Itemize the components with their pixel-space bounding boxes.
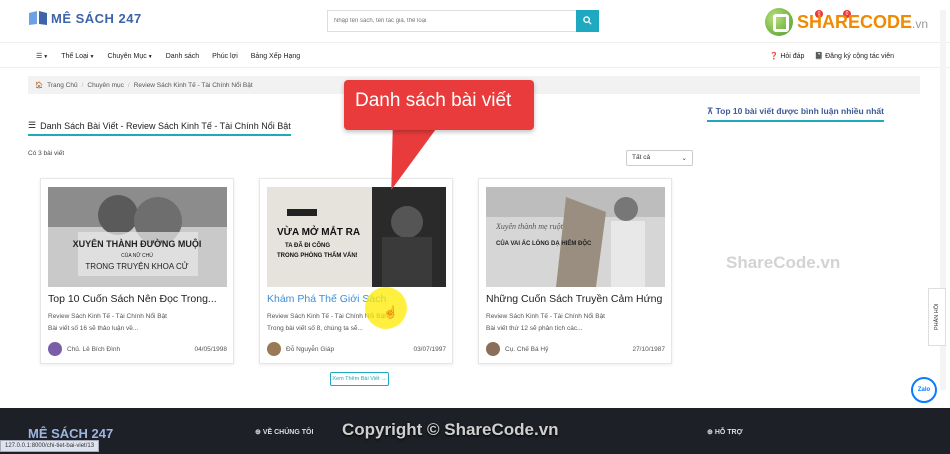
nav-item-categories[interactable]: Thể Loại▼ xyxy=(61,53,94,60)
nav-item-lists[interactable]: Danh sách xyxy=(166,53,199,60)
cover-title-1: VỪA MỞ MẮT RA xyxy=(277,225,360,238)
nav-item-benefits[interactable]: Phúc lợi xyxy=(212,53,238,60)
avatar xyxy=(48,342,62,356)
plus-icon: ⊕ xyxy=(255,429,261,436)
zalo-chat-button[interactable]: Zalo xyxy=(911,377,937,403)
plus-icon: ⊕ xyxy=(707,429,713,436)
top-commented-label: Top 10 bài viết được bình luận nhiều nhấ… xyxy=(715,106,884,116)
post-excerpt: Trong bài viết số 8, chúng ta sẽ... xyxy=(267,325,363,332)
chevron-down-icon: ⌄ xyxy=(681,155,687,162)
avatar xyxy=(267,342,281,356)
post-title[interactable]: Top 10 Cuốn Sách Nên Đọc Trong... xyxy=(48,293,217,305)
cover-title-3: TRONG PHÒNG THẨM VẤN! xyxy=(277,251,358,259)
nav-item-faq[interactable]: ❓ Hỏi đáp xyxy=(770,52,805,60)
copyright-watermark: Copyright © ShareCode.vn xyxy=(342,420,559,439)
post-title[interactable]: Những Cuốn Sách Truyền Cảm Hứng xyxy=(486,293,662,305)
post-date: 27/10/1987 xyxy=(632,345,665,353)
chevron-down-icon: ▼ xyxy=(43,54,49,60)
nav-item-rankings[interactable]: Bảng Xếp Hạng xyxy=(251,53,300,60)
book-cover-image: XUYÊN THÀNH ĐƯỜNG MUỘI CỦA NỮ CHỦ TRONG … xyxy=(48,187,227,287)
author-name[interactable]: Cụ. Chế Bá Hỷ xyxy=(505,346,548,353)
post-thumbnail[interactable]: XUYÊN THÀNH ĐƯỜNG MUỘI CỦA NỮ CHỦ TRONG … xyxy=(48,187,227,287)
site-header: MÊ SÁCH 247 0 0 SHARECODE.vn xyxy=(0,0,950,42)
sort-select[interactable]: Tất cả ⌄ xyxy=(626,150,693,166)
search-icon xyxy=(583,15,592,25)
main-nav: ☰▼ Thể Loại▼ Chuyên Mục▼ Danh sách Phúc … xyxy=(0,42,950,68)
hand-cursor-icon: ☝ xyxy=(383,305,398,319)
post-date: 03/07/1997 xyxy=(413,345,446,353)
sharecode-brand: SHARECODE xyxy=(797,11,913,32)
footer-logo[interactable]: MÊ SÁCH 247 xyxy=(28,426,113,441)
cover-title-2: CỦA NỮ CHỦ xyxy=(121,252,153,259)
post-card[interactable]: VỪA MỞ MẮT RA TA ĐÃ ĐI CÔNG TRONG PHÒNG … xyxy=(259,178,453,364)
browser-status-url: 127.0.0.1:8000/chi-tiet-bai-viet/13 xyxy=(0,440,100,452)
cover-title-3: TRONG TRUYỆN KHOA CỬ xyxy=(85,262,188,271)
post-category[interactable]: Review Sách Kinh Tế - Tài Chính Nổi Bật xyxy=(48,313,167,320)
breadcrumb-current: Review Sách Kinh Tế - Tài Chính Nổi Bật xyxy=(133,81,253,89)
annotation-callout: Danh sách bài viết xyxy=(344,80,534,130)
site-logo[interactable]: MÊ SÁCH 247 xyxy=(28,10,142,26)
nav-label: Hỏi đáp xyxy=(780,53,805,60)
nav-label: Thể Loại xyxy=(61,52,89,60)
book-cover-image: Xuyên thành mẹ ruột CỦA VAI ÁC LÒNG DẠ H… xyxy=(486,187,665,287)
breadcrumb-home[interactable]: Trang Chủ xyxy=(47,82,77,89)
post-excerpt: Bài viết thứ 12 sẽ phân tích các... xyxy=(486,325,583,332)
top-commented-title: ⊼ Top 10 bài viết được bình luận nhiều n… xyxy=(707,106,884,122)
nav-item-topics[interactable]: Chuyên Mục▼ xyxy=(107,53,152,60)
cover-title-1: XUYÊN THÀNH ĐƯỜNG MUỘI xyxy=(73,238,202,249)
sort-value: Tất cả xyxy=(632,154,651,161)
sharecode-tld: .vn xyxy=(912,16,929,31)
sharecode-ball-icon xyxy=(765,8,793,36)
search-bar xyxy=(327,10,599,32)
book-logo-icon xyxy=(29,11,47,25)
question-icon: ❓ xyxy=(769,53,779,60)
cover-title-1: Xuyên thành mẹ ruột xyxy=(495,222,564,231)
breadcrumb-separator: / xyxy=(127,81,130,89)
section-title-text: Danh Sách Bài Viết - Review Sách Kinh Tế… xyxy=(40,120,291,131)
author-name[interactable]: Đỗ Nguyễn Giáp xyxy=(286,346,334,353)
post-card[interactable]: XUYÊN THÀNH ĐƯỜNG MUỘI CỦA NỮ CHỦ TRONG … xyxy=(40,178,234,364)
footer-support[interactable]: ⊕ HỖ TRỢ xyxy=(707,428,743,436)
post-date: 04/05/1998 xyxy=(194,345,227,353)
logo-text: MÊ SÁCH 247 xyxy=(51,10,142,26)
nav-item-register-contributor[interactable]: 📓 Đăng ký cộng tác viên xyxy=(814,52,894,60)
nav-label: Đăng ký cộng tác viên xyxy=(825,53,894,60)
site-footer: MÊ SÁCH 247 ⊕ VỀ CHÚNG TÔI ⊕ HỖ TRỢ Copy… xyxy=(0,408,950,454)
chat-icon: ⊼ xyxy=(707,106,714,116)
menu-toggle[interactable]: ☰▼ xyxy=(36,52,48,60)
book-cover-image: VỪA MỞ MẮT RA TA ĐÃ ĐI CÔNG TRONG PHÒNG … xyxy=(267,187,446,287)
home-icon: 🏠 xyxy=(35,82,44,89)
avatar xyxy=(486,342,500,356)
post-excerpt: Bài viết số 16 sẽ thảo luận về... xyxy=(48,325,139,332)
sharecode-watermark-logo: SHARECODE.vn xyxy=(765,8,928,36)
cover-title-2: TA ĐÃ ĐI CÔNG xyxy=(285,241,330,249)
footer-about-label: VỀ CHÚNG TÔI xyxy=(262,429,314,436)
list-icon: ☰ xyxy=(28,120,37,130)
post-card[interactable]: Xuyên thành mẹ ruột CỦA VAI ÁC LÒNG DẠ H… xyxy=(478,178,672,364)
footer-about[interactable]: ⊕ VỀ CHÚNG TÔI xyxy=(255,428,313,436)
watermark: ShareCode.vn xyxy=(726,253,841,272)
chevron-down-icon: ▼ xyxy=(89,53,95,60)
post-thumbnail[interactable]: Xuyên thành mẹ ruột CỦA VAI ÁC LÒNG DẠ H… xyxy=(486,187,665,287)
nav-label: Chuyên Mục xyxy=(107,52,147,60)
post-thumbnail[interactable]: VỪA MỞ MẮT RA TA ĐÃ ĐI CÔNG TRONG PHÒNG … xyxy=(267,187,446,287)
book-icon: 📓 xyxy=(814,53,824,60)
footer-support-label: HỖ TRỢ xyxy=(714,429,743,436)
cover-title-2: CỦA VAI ÁC LÒNG DẠ HIỂM ĐỘC xyxy=(496,239,592,247)
author-name[interactable]: Chủ. Lê Bích Đình xyxy=(67,346,120,353)
breadcrumb-topics[interactable]: Chuyên mục xyxy=(87,82,124,89)
breadcrumb-separator: / xyxy=(81,81,84,89)
post-count: Có 3 bài viết xyxy=(28,150,65,157)
load-more-button[interactable]: Xem Thêm Bài Viết → xyxy=(330,372,389,386)
feedback-tab[interactable]: PHẢN HỒI xyxy=(928,288,946,346)
search-input[interactable] xyxy=(327,10,576,32)
search-button[interactable] xyxy=(576,10,599,32)
chevron-down-icon: ▼ xyxy=(147,53,153,60)
post-category[interactable]: Review Sách Kinh Tế - Tài Chính Nổi Bật xyxy=(486,313,605,320)
section-title: ☰ Danh Sách Bài Viết - Review Sách Kinh … xyxy=(28,120,291,136)
